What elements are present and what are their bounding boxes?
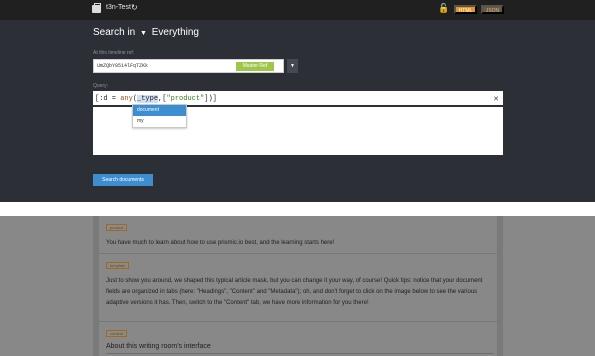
- query-text[interactable]: [:d = any(_type,["product"])]: [95, 95, 217, 103]
- query-token-selected: _type: [137, 95, 159, 103]
- document-preview: product You have much to learn about how…: [0, 216, 595, 356]
- query-token: [:d =: [95, 95, 121, 103]
- heading-rule: [106, 353, 494, 354]
- search-prefix: Search in: [93, 27, 136, 38]
- query-token: ])]: [204, 95, 217, 103]
- repository-name[interactable]: t3n-Test: [106, 4, 131, 11]
- fragment-tag: product: [106, 224, 128, 231]
- caret-down-icon[interactable]: ▼: [140, 30, 147, 37]
- ref-dropdown-button[interactable]: ▼: [287, 59, 298, 73]
- ref-value: UmZQbY0514lFqTZKk: [97, 63, 149, 69]
- top-bar: t3n-Test ↻ 🔓 HTML JSON: [0, 0, 595, 20]
- query-label: Query:: [93, 83, 109, 89]
- close-icon[interactable]: ✕: [493, 95, 499, 103]
- fragment[interactable]: content About this writing room's interf…: [99, 322, 497, 356]
- refresh-icon[interactable]: ↻: [131, 3, 138, 12]
- search-documents-button[interactable]: Search documents: [93, 174, 153, 186]
- json-view-button[interactable]: JSON: [481, 5, 504, 14]
- autocomplete-option[interactable]: document: [133, 105, 186, 116]
- search-scope[interactable]: Everything: [152, 27, 199, 38]
- fragment-tag: content: [106, 330, 128, 337]
- search-scope-selector[interactable]: Search in ▼ Everything: [93, 27, 199, 38]
- search-panel: Search in ▼ Everything At this timeline …: [0, 20, 595, 202]
- fragment-heading: About this writing room's interface: [106, 343, 211, 350]
- divider: [0, 202, 595, 216]
- ref-select[interactable]: UmZQbY0514lFqTZKk Master Ref: [93, 59, 284, 73]
- fragment[interactable]: template Just to show you around, we sha…: [99, 254, 497, 322]
- fragment-tag: template: [106, 262, 130, 269]
- query-token: "product": [166, 95, 205, 103]
- ref-label: At this timeline ref:: [93, 50, 135, 56]
- autocomplete-list: document my: [132, 104, 187, 128]
- query-token: any: [120, 95, 133, 103]
- briefcase-icon: [92, 3, 101, 13]
- fragment-text: Just to show you around, we shaped this …: [106, 278, 483, 306]
- master-ref-badge: Master Ref: [236, 62, 274, 71]
- preview-margin-right: [497, 216, 503, 356]
- fragment[interactable]: product You have much to learn about how…: [99, 216, 497, 254]
- unlock-icon[interactable]: 🔓: [438, 3, 449, 14]
- fragment-text: You have much to learn about how to use …: [106, 240, 335, 246]
- autocomplete-option[interactable]: my: [133, 116, 186, 127]
- html-view-button[interactable]: HTML: [454, 5, 477, 14]
